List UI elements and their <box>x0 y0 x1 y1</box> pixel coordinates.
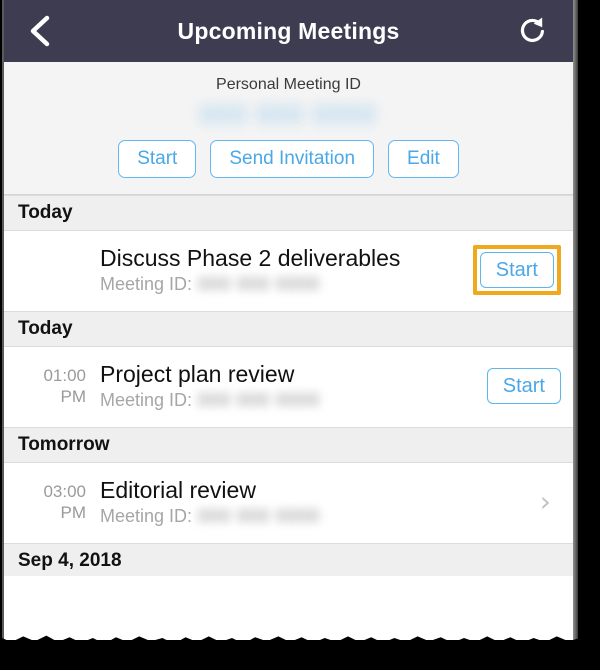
meeting-id-line: Meeting ID: 000 000 0000 <box>100 274 459 295</box>
pmi-action-row: Start Send Invitation Edit <box>4 140 573 178</box>
meeting-id-label: Meeting ID: <box>100 506 193 527</box>
meeting-id-label: Meeting ID: <box>100 390 193 410</box>
meeting-info: Discuss Phase 2 deliverables Meeting ID:… <box>92 245 459 295</box>
meeting-row-discuss-phase-2-deliverables[interactable]: Discuss Phase 2 deliverables Meeting ID:… <box>4 230 573 311</box>
meeting-title: Editorial review <box>100 477 256 503</box>
meeting-id-value: 000 000 0000 <box>198 506 321 527</box>
chevron-right-icon: › <box>539 485 551 519</box>
meeting-time-meridiem: PM <box>60 503 87 523</box>
meeting-row-project-plan-review[interactable]: 01:00 PM Project plan review Meeting ID:… <box>4 346 573 427</box>
phone-screen: Upcoming Meetings Personal Meeting ID 00… <box>2 0 573 640</box>
meeting-time: 03:00 PM <box>14 481 92 524</box>
refresh-icon <box>520 17 544 43</box>
meeting-id-label: Meeting ID: <box>100 273 193 294</box>
meeting-list: Today Discuss Phase 2 deliverables Meeti… <box>4 194 573 577</box>
page-title: Upcoming Meetings <box>177 17 400 44</box>
meeting-id-value: 000 000 0000 <box>198 273 321 294</box>
device-frame-right-edge <box>573 0 578 645</box>
pmi-label: Personal Meeting ID <box>216 76 361 93</box>
navigation-bar: Upcoming Meetings <box>4 0 573 62</box>
start-meeting-button[interactable]: Start <box>486 367 561 404</box>
pmi-start-button[interactable]: Start <box>118 140 197 178</box>
chevron-left-icon <box>30 15 50 47</box>
meeting-time: 01:00 PM <box>14 365 92 408</box>
meeting-action: Start <box>459 367 563 404</box>
meeting-time-meridiem: PM <box>60 386 87 406</box>
meeting-info: Project plan review Meeting ID: 000 000 … <box>92 361 459 411</box>
meeting-time-hour: 03:00 <box>43 481 86 501</box>
meeting-title: Project plan review <box>100 360 295 387</box>
section-header-sep-4-2018: Sep 4, 2018 <box>4 543 573 577</box>
pmi-number: 000 000 0000 <box>200 101 377 129</box>
start-meeting-button[interactable]: Start <box>479 251 554 288</box>
meeting-info: Editorial review Meeting ID: 000 000 000… <box>92 477 459 527</box>
meeting-time-hour: 01:00 <box>43 365 86 385</box>
back-button[interactable] <box>14 0 66 62</box>
meeting-id-line: Meeting ID: 000 000 0000 <box>100 506 459 527</box>
refresh-button[interactable] <box>507 0 559 62</box>
meeting-id-value: 000 000 0000 <box>198 390 321 410</box>
personal-meeting-id-panel: Personal Meeting ID 000 000 0000 Start S… <box>4 62 573 195</box>
highlight-annotation: Start <box>472 244 561 295</box>
pmi-edit-button[interactable]: Edit <box>388 140 459 178</box>
section-header-today-2: Today <box>4 310 573 347</box>
meeting-title: Discuss Phase 2 deliverables <box>100 244 401 271</box>
meeting-action: Start <box>459 244 563 295</box>
meeting-id-line: Meeting ID: 000 000 0000 <box>100 390 459 411</box>
meeting-row-editorial-review[interactable]: 03:00 PM Editorial review Meeting ID: 00… <box>4 463 573 544</box>
section-header-today-1: Today <box>4 194 573 231</box>
section-header-tomorrow: Tomorrow <box>4 427 573 463</box>
pmi-send-invitation-button[interactable]: Send Invitation <box>210 140 375 178</box>
meeting-action: › <box>459 488 563 516</box>
